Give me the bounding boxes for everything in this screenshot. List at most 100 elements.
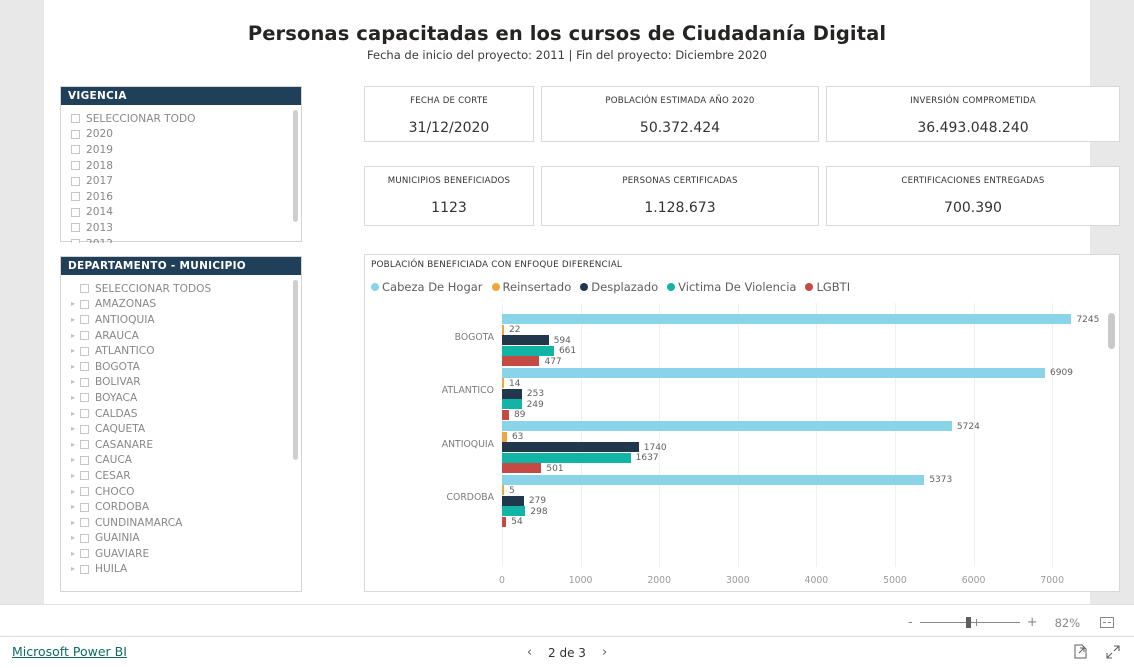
bar-antioquia-cabeza-de-hogar[interactable] — [502, 421, 952, 431]
fullscreen-icon[interactable] — [1106, 644, 1120, 659]
zoom-slider-thumb[interactable] — [965, 617, 971, 628]
bar-bogota-victima-de-violencia[interactable] — [502, 345, 554, 356]
checkbox-icon[interactable] — [80, 409, 89, 419]
zoom-slider-track[interactable] — [919, 617, 1020, 628]
slicer-scrollbar[interactable] — [293, 110, 298, 222]
bar-cordoba-cabeza-de-hogar[interactable] — [502, 474, 925, 485]
chevron-right-icon[interactable]: ▸ — [71, 503, 80, 511]
chevron-right-icon[interactable]: ▸ — [71, 393, 80, 402]
checkbox-icon[interactable] — [71, 129, 80, 139]
bar-antioquia-victima-de-violencia[interactable] — [502, 452, 631, 463]
checkbox-icon[interactable] — [71, 161, 80, 171]
kpi-card-certificaciones-entregadas[interactable]: CERTIFICACIONES ENTREGADAS 700.390 — [826, 166, 1120, 226]
bar-cordoba-lgbti[interactable] — [502, 516, 507, 527]
slicer-item-cundinamarca[interactable]: ▸ CUNDINAMARCA — [61, 515, 301, 531]
bar-atlantico-victima-de-violencia[interactable] — [502, 399, 522, 410]
checkbox-icon[interactable] — [71, 114, 80, 124]
bar-cordoba-desplazado[interactable] — [502, 495, 524, 506]
legend-item-cabeza-de-hogar[interactable]: Cabeza De Hogar — [371, 280, 483, 294]
slicer-scrollbar[interactable] — [293, 280, 298, 460]
checkbox-icon[interactable] — [71, 145, 80, 155]
chevron-right-icon[interactable]: ▸ — [71, 471, 80, 480]
differential-population-chart[interactable]: POBLACIÓN BENEFICIADA CON ENFOQUE DIFERE… — [364, 254, 1120, 592]
slicer-item-bolivar[interactable]: ▸ BOLIVAR — [61, 375, 301, 391]
checkbox-icon[interactable] — [80, 440, 89, 450]
next-page-button[interactable]: › — [602, 645, 607, 660]
bar-bogota-reinsertado[interactable] — [502, 324, 504, 335]
checkbox-icon[interactable] — [80, 393, 89, 403]
kpi-card-poblaci-n-estimada-a-o-2020[interactable]: POBLACIÓN ESTIMADA AÑO 2020 50.372.424 — [541, 86, 819, 142]
slicer-item-2020[interactable]: 2020 — [61, 127, 301, 143]
checkbox-icon[interactable] — [71, 176, 80, 186]
slicer-item-boyaca[interactable]: ▸ BOYACA — [61, 390, 301, 406]
checkbox-icon[interactable] — [80, 455, 89, 465]
checkbox-icon[interactable] — [80, 424, 89, 434]
slicer-body-vigencia[interactable]: SELECCIONAR TODO 2020 2019 2018 2017 2016 2014… — [61, 105, 301, 243]
chevron-right-icon[interactable]: ▸ — [71, 362, 80, 371]
bar-cordoba-victima-de-violencia[interactable] — [502, 506, 526, 517]
slicer-item-2016[interactable]: 2016 — [61, 189, 301, 205]
chevron-right-icon[interactable]: ▸ — [71, 409, 80, 418]
chevron-right-icon[interactable]: ▸ — [71, 425, 80, 433]
checkbox-icon[interactable] — [80, 487, 89, 497]
checkbox-icon[interactable] — [71, 192, 80, 202]
checkbox-icon[interactable] — [71, 239, 80, 243]
slicer-item-cauca[interactable]: ▸ CAUCA — [61, 453, 301, 469]
kpi-card-inversi-n-comprometida[interactable]: INVERSIÓN COMPROMETIDA 36.493.048.240 — [826, 86, 1120, 142]
slicer-item-2012[interactable]: 2012 — [61, 236, 301, 243]
chevron-right-icon[interactable]: ▸ — [71, 549, 80, 558]
chevron-right-icon[interactable]: ▸ — [71, 300, 80, 308]
slicer-item-choco[interactable]: ▸ CHOCO — [61, 484, 301, 500]
checkbox-icon[interactable] — [80, 299, 89, 309]
slicer-item-2017[interactable]: 2017 — [61, 173, 301, 189]
bar-cordoba-reinsertado[interactable] — [502, 485, 504, 496]
slicer-item-caqueta[interactable]: ▸ CAQUETA — [61, 421, 301, 437]
slicer-item-2014[interactable]: 2014 — [61, 205, 301, 221]
slicer-item-casanare[interactable]: ▸ CASANARE — [61, 437, 301, 453]
bar-atlantico-reinsertado[interactable] — [502, 378, 504, 389]
zoom-in-button[interactable]: + — [1027, 615, 1038, 630]
slicer-item-2013[interactable]: 2013 — [61, 220, 301, 236]
share-icon[interactable] — [1074, 644, 1088, 659]
zoom-out-button[interactable]: - — [908, 615, 913, 630]
fit-to-screen-icon[interactable] — [1100, 617, 1115, 628]
slicer-item-huila[interactable]: ▸ HUILA — [61, 562, 301, 578]
zoom-control[interactable]: - + 82% — [908, 615, 1115, 630]
bar-bogota-desplazado[interactable] — [502, 335, 549, 346]
kpi-card-municipios-beneficiados[interactable]: MUNICIPIOS BENEFICIADOS 1123 — [364, 166, 534, 226]
prev-page-button[interactable]: ‹ — [527, 645, 532, 660]
chevron-right-icon[interactable]: ▸ — [71, 534, 80, 542]
bar-antioquia-reinsertado[interactable] — [502, 431, 507, 442]
chevron-right-icon[interactable]: ▸ — [71, 331, 80, 340]
slicer-item-amazonas[interactable]: ▸ AMAZONAS — [61, 297, 301, 313]
slicer-item-seleccionar-todos[interactable]: SELECCIONAR TODOS — [61, 281, 301, 297]
checkbox-icon[interactable] — [71, 223, 80, 233]
chevron-right-icon[interactable]: ▸ — [71, 565, 80, 573]
legend-item-victima-de-violencia[interactable]: Victima De Violencia — [667, 280, 796, 294]
chart-vertical-scrollbar[interactable] — [1108, 313, 1115, 349]
slicer-item-caldas[interactable]: ▸ CALDAS — [61, 406, 301, 422]
slicer-item-guainia[interactable]: ▸ GUAINIA — [61, 531, 301, 547]
checkbox-icon[interactable] — [80, 502, 89, 512]
checkbox-icon[interactable] — [71, 207, 80, 217]
chevron-right-icon[interactable]: ▸ — [71, 518, 80, 527]
chevron-right-icon[interactable]: ▸ — [71, 378, 80, 386]
bar-atlantico-lgbti[interactable] — [502, 409, 509, 420]
slicer-item-bogota[interactable]: ▸ BOGOTA — [61, 359, 301, 375]
legend-item-lgbti[interactable]: LGBTI — [805, 280, 850, 294]
slicer-body-departamento-municipio[interactable]: SELECCIONAR TODOS ▸ AMAZONAS ▸ ANTIOQUIA ▸ ARA… — [61, 275, 301, 593]
chevron-right-icon[interactable]: ▸ — [71, 347, 80, 355]
checkbox-icon[interactable] — [80, 315, 89, 325]
checkbox-icon[interactable] — [80, 284, 89, 294]
bar-atlantico-cabeza-de-hogar[interactable] — [502, 367, 1046, 378]
slicer-item-cesar[interactable]: ▸ CESAR — [61, 468, 301, 484]
checkbox-icon[interactable] — [80, 346, 89, 356]
chevron-right-icon[interactable]: ▸ — [71, 487, 80, 496]
bar-antioquia-lgbti[interactable] — [502, 463, 542, 474]
slicer-item-arauca[interactable]: ▸ ARAUCA — [61, 328, 301, 344]
bar-bogota-lgbti[interactable] — [502, 356, 540, 367]
slicer-vigencia[interactable]: VIGENCIA SELECCIONAR TODO 2020 2019 2018 2017… — [60, 86, 302, 243]
slicer-item-atlantico[interactable]: ▸ ATLANTICO — [61, 343, 301, 359]
bar-antioquia-desplazado[interactable] — [502, 442, 639, 453]
kpi-card-personas-certificadas[interactable]: PERSONAS CERTIFICADAS 1.128.673 — [541, 166, 819, 226]
